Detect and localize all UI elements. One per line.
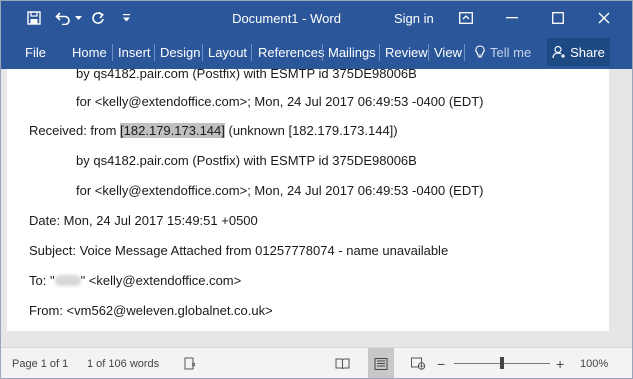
tab-separator	[112, 44, 113, 61]
status-bar: Page 1 of 1 1 of 106 words − + 100%	[1, 347, 632, 378]
lightbulb-icon	[475, 45, 485, 58]
title-bar: Document1 - Word Sign in	[1, 1, 632, 35]
undo-dropdown-icon[interactable]	[73, 1, 83, 35]
sign-in-link[interactable]: Sign in	[394, 1, 434, 35]
tab-separator	[428, 44, 429, 61]
to-line: To: " " <kelly@extendoffice.com>	[29, 273, 242, 288]
tab-separator	[464, 44, 465, 61]
tab-separator	[251, 44, 252, 61]
header-line: by qs4182.pair.com (Postfix) with ESMTP …	[76, 153, 417, 168]
tab-design[interactable]: Design	[160, 35, 200, 69]
zoom-level[interactable]: 100%	[580, 348, 608, 378]
word-count[interactable]: 1 of 106 words	[87, 348, 159, 378]
subject-line: Subject: Voice Message Attached from 012…	[29, 243, 449, 258]
tab-separator	[154, 44, 155, 61]
web-layout-icon[interactable]	[408, 348, 428, 378]
tab-separator	[202, 44, 203, 61]
tab-layout[interactable]: Layout	[208, 35, 247, 69]
tab-separator	[322, 44, 323, 61]
tab-file[interactable]: File	[25, 35, 46, 69]
maximize-icon[interactable]	[548, 1, 568, 35]
tab-view[interactable]: View	[434, 35, 462, 69]
header-line: for <kelly@extendoffice.com>; Mon, 24 Ju…	[76, 183, 484, 198]
tab-mailings[interactable]: Mailings	[328, 35, 376, 69]
ribbon-tabs: File Home Insert Design Layout Reference…	[1, 35, 632, 69]
from-line: From: <vm562@weleven.globalnet.co.uk>	[29, 303, 273, 318]
share-person-icon	[552, 45, 566, 59]
vertical-scrollbar[interactable]	[618, 69, 632, 347]
zoom-slider-thumb[interactable]	[500, 357, 504, 369]
proofing-icon[interactable]	[183, 348, 199, 378]
customize-toolbar-icon[interactable]	[119, 1, 133, 35]
page-count[interactable]: Page 1 of 1	[12, 348, 68, 378]
word-window: Document1 - Word Sign in File Home Inser…	[0, 0, 633, 379]
print-layout-icon[interactable]	[368, 348, 394, 378]
zoom-in-button[interactable]: +	[556, 348, 564, 378]
tell-me-label: Tell me	[490, 44, 532, 60]
received-line: Received: from [182.179.173.144] (unknow…	[29, 123, 398, 138]
tab-insert[interactable]: Insert	[118, 35, 151, 69]
read-mode-icon[interactable]	[332, 348, 352, 378]
close-icon[interactable]	[594, 1, 614, 35]
tab-separator	[379, 44, 380, 61]
undo-icon[interactable]	[53, 1, 73, 35]
document-page[interactable]: by qs4182.pair.com (Postfix) with ESMTP …	[7, 69, 609, 331]
save-icon[interactable]	[23, 1, 45, 35]
tab-home[interactable]: Home	[72, 35, 107, 69]
header-line-partial: by qs4182.pair.com (Postfix) with ESMTP …	[76, 69, 417, 81]
header-line: for <kelly@extendoffice.com>; Mon, 24 Ju…	[76, 94, 484, 109]
tell-me-search[interactable]: Tell me	[475, 35, 531, 69]
redo-icon[interactable]	[88, 1, 108, 35]
highlighted-ip: [182.179.173.144]	[120, 123, 225, 138]
share-label: Share	[570, 44, 605, 60]
share-button[interactable]: Share	[547, 38, 610, 66]
ribbon-display-options-icon[interactable]	[456, 1, 476, 35]
zoom-out-button[interactable]: −	[437, 348, 445, 378]
minimize-icon[interactable]	[502, 1, 522, 35]
redacted-name	[54, 275, 81, 286]
tab-references[interactable]: References	[258, 35, 324, 69]
date-line: Date: Mon, 24 Jul 2017 15:49:51 +0500	[29, 213, 258, 228]
tab-review[interactable]: Review	[385, 35, 428, 69]
